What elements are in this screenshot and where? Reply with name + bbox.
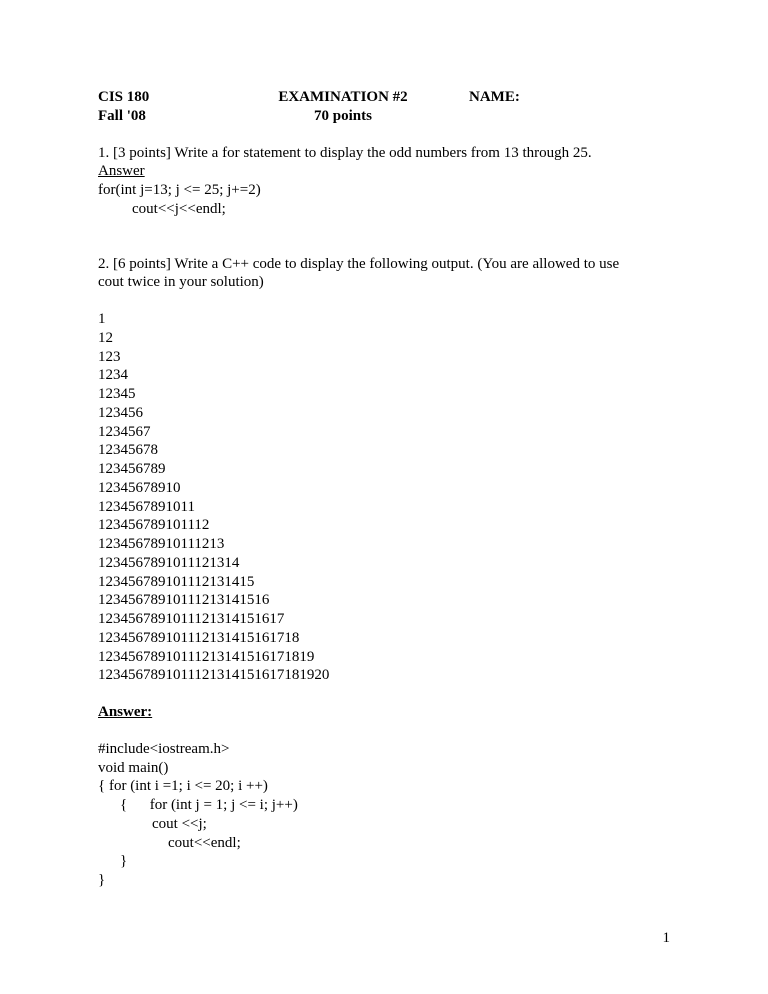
q2-output-line: 1 [98, 310, 670, 329]
q2-code-line-8: } [98, 871, 670, 890]
course-code: CIS 180 [98, 88, 253, 107]
term: Fall '08 [98, 107, 253, 126]
q2-output-line: 123 [98, 348, 670, 367]
q2-prompt-line-2: cout twice in your solution) [98, 273, 670, 292]
q2-output-line: 12345678910111213 [98, 535, 670, 554]
q2-output-line: 12345678910111213141516171819 [98, 648, 670, 667]
q2-code-line-2: void main() [98, 759, 670, 778]
q1-answer-label: Answer [98, 162, 670, 181]
q2-output-line: 123456789 [98, 460, 670, 479]
q2-output-line: 123456789101112 [98, 516, 670, 535]
q2-code-line-1: #include<iostream.h> [98, 740, 670, 759]
page-number: 1 [663, 929, 671, 948]
q2-code-line-3: { for (int i =1; i <= 20; i ++) [98, 777, 670, 796]
q2-code-line-6: cout<<endl; [98, 834, 670, 853]
q2-prompt-line-1: 2. [6 points] Write a C++ code to displa… [98, 255, 670, 274]
q2-output-line: 1234567891011121314 [98, 554, 670, 573]
header-line-1: CIS 180 EXAMINATION #2 NAME: [98, 88, 670, 107]
q1-code-line-1: for(int j=13; j <= 25; j+=2) [98, 181, 670, 200]
q1-prompt: 1. [3 points] Write a for statement to d… [98, 144, 670, 163]
q2-code-line-4: { for (int j = 1; j <= i; j++) [98, 796, 670, 815]
q2-output-line: 1234567891011121314151617181920 [98, 666, 670, 685]
q1-code-line-2: cout<<j<<endl; [98, 200, 670, 219]
q2-answer-label: Answer: [98, 703, 670, 722]
q2-output-line: 12345678 [98, 441, 670, 460]
q2-output-line: 12345 [98, 385, 670, 404]
exam-title: EXAMINATION #2 [253, 88, 433, 107]
exam-points: 70 points [253, 107, 433, 126]
q2-output-line: 123456789101112131415161718 [98, 629, 670, 648]
q2-output-line: 123456 [98, 404, 670, 423]
q2-code-line-5: cout <<j; [98, 815, 670, 834]
q2-output-line: 1234567891011121314151617 [98, 610, 670, 629]
q2-output-line: 12345678910111213141516 [98, 591, 670, 610]
q2-output-line: 1234567 [98, 423, 670, 442]
q2-output-line: 1234567891011 [98, 498, 670, 517]
q2-output-line: 123456789101112131415 [98, 573, 670, 592]
q2-output-line: 12 [98, 329, 670, 348]
q2-output-line: 12345678910 [98, 479, 670, 498]
header-line-2: Fall '08 70 points [98, 107, 670, 126]
q2-code-line-7: } [98, 852, 670, 871]
name-label: NAME: [433, 88, 670, 107]
q2-output-line: 1234 [98, 366, 670, 385]
